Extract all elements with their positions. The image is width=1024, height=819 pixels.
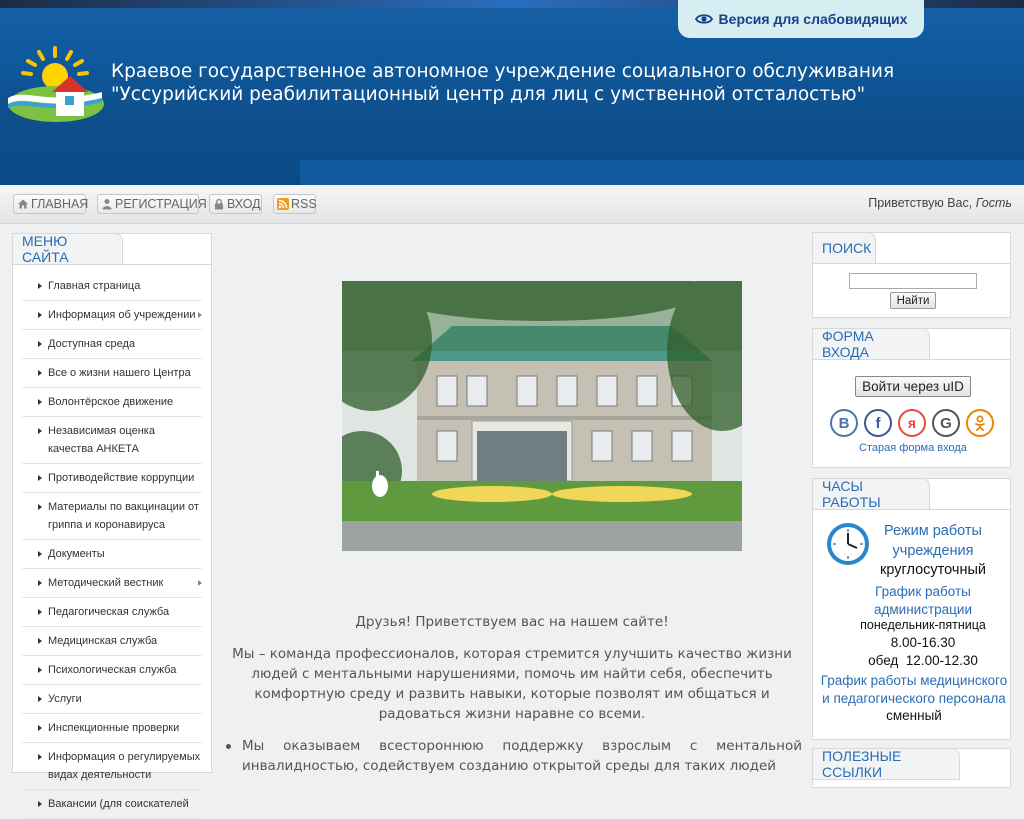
lock-icon bbox=[213, 198, 225, 210]
eye-icon bbox=[694, 14, 713, 24]
intro-paragraph: Мы – команда профессионалов, которая стр… bbox=[232, 646, 792, 722]
search-input[interactable] bbox=[849, 273, 977, 289]
menu-item-services[interactable]: Услуги bbox=[22, 685, 202, 714]
menu-item-vaccination[interactable]: Материалы по вакцинации от гриппа и коро… bbox=[22, 493, 202, 540]
menu-item-label: Независимая оценка качества АНКЕТА bbox=[48, 425, 155, 455]
nav-rss-button[interactable]: RSS bbox=[273, 194, 317, 214]
odnoklassniki-icon[interactable] bbox=[966, 409, 994, 437]
old-login-form-link[interactable]: Старая форма входа bbox=[813, 442, 1013, 454]
greeting-user: Гость bbox=[975, 196, 1012, 210]
header-wave bbox=[300, 160, 1024, 185]
nav-home-button[interactable]: ГЛАВНАЯ bbox=[13, 194, 89, 214]
site-title-line2: "Уссурийский реабилитационный центр для … bbox=[111, 84, 866, 105]
nav-register-button[interactable]: РЕГИСТРАЦИЯ bbox=[97, 194, 207, 214]
hours-admin-lunch: обед 12.00-12.30 bbox=[868, 653, 978, 668]
menu-item-volunteers[interactable]: Волонтёрское движение bbox=[22, 388, 202, 417]
login-form-panel: ФОРМА ВХОДА Войти через uID B f я G Стар… bbox=[812, 328, 1011, 468]
menu-item-documents[interactable]: Документы bbox=[22, 540, 202, 569]
menu-item-pedagogical-service[interactable]: Педагогическая служба bbox=[22, 598, 202, 627]
site-title-line1: Краевое государственное автономное учреж… bbox=[111, 61, 895, 82]
useful-links-title: ПОЛЕЗНЫЕ ССЫЛКИ bbox=[812, 748, 960, 780]
search-title: ПОИСК bbox=[812, 232, 876, 264]
hours-staff-title: График работы медицинского и педагогичес… bbox=[820, 673, 1008, 706]
main-content: Друзья! Приветствуем вас на нашем сайте!… bbox=[212, 232, 812, 774]
bullet-paragraph: Мы оказываем всестороннюю поддержку взро… bbox=[226, 738, 802, 774]
menu-item-psychological-service[interactable]: Психологическая служба bbox=[22, 656, 202, 685]
hours-mode-value: круглосуточный bbox=[880, 562, 986, 578]
menu-item-label: Волонтёрское движение bbox=[48, 396, 174, 408]
accessibility-version-button[interactable]: Версия для слабовидящих bbox=[678, 0, 924, 38]
hours-admin-days: понедельник-пятница bbox=[860, 618, 986, 632]
nav-register-label: РЕГИСТРАЦИЯ bbox=[115, 197, 207, 211]
menu-item-label: Вакансии (для соискателей bbox=[48, 798, 189, 810]
user-icon bbox=[101, 198, 113, 210]
menu-item-label: Методический вестник bbox=[48, 577, 164, 589]
greeting: Приветствую Вас, Гость bbox=[868, 196, 1012, 210]
building-photo bbox=[342, 281, 742, 551]
facebook-icon[interactable]: f bbox=[864, 409, 892, 437]
site-menu-list: Главная страница Информация об учреждени… bbox=[22, 272, 202, 819]
menu-item-about[interactable]: Информация об учреждении bbox=[22, 301, 202, 330]
uid-login-button[interactable]: Войти через uID bbox=[855, 376, 971, 397]
menu-item-medical-service[interactable]: Медицинская служба bbox=[22, 627, 202, 656]
menu-item-label: Все о жизни нашего Центра bbox=[48, 367, 191, 379]
login-form-title: ФОРМА ВХОДА bbox=[812, 328, 930, 360]
site-menu-title: МЕНЮ САЙТА bbox=[12, 233, 123, 265]
hours-title: ЧАСЫ РАБОТЫ bbox=[812, 478, 930, 510]
menu-item-label: Медицинская служба bbox=[48, 635, 158, 647]
menu-item-label: Противодействие коррупции bbox=[48, 472, 195, 484]
yandex-icon[interactable]: я bbox=[898, 409, 926, 437]
menu-item-home[interactable]: Главная страница bbox=[22, 272, 202, 301]
search-panel: ПОИСК Найти bbox=[812, 232, 1011, 318]
hours-admin-time: 8.00-16.30 bbox=[890, 635, 956, 650]
menu-item-quality-survey[interactable]: Независимая оценка качества АНКЕТА bbox=[22, 417, 202, 464]
vk-icon[interactable]: B bbox=[830, 409, 858, 437]
menu-item-label: Психологическая служба bbox=[48, 664, 177, 676]
nav-login-label: ВХОД bbox=[227, 197, 261, 211]
menu-item-label: Инспекционные проверки bbox=[48, 722, 180, 734]
menu-item-methodical-bulletin[interactable]: Методический вестник bbox=[22, 569, 202, 598]
accessibility-version-label: Версия для слабовидящих bbox=[718, 11, 908, 27]
menu-item-label: Информация об учреждении bbox=[48, 309, 196, 321]
menu-item-label: Доступная среда bbox=[48, 338, 136, 350]
hours-mode-title: Режим работы учреждения bbox=[884, 523, 982, 559]
menu-item-anti-corruption[interactable]: Противодействие коррупции bbox=[22, 464, 202, 493]
menu-item-vacancies[interactable]: Вакансии (для соискателей bbox=[22, 790, 202, 819]
hours-admin-title: График работы администрации bbox=[874, 584, 972, 617]
menu-item-label: Главная страница bbox=[48, 280, 141, 292]
logo-image bbox=[8, 46, 104, 122]
useful-links-panel: ПОЛЕЗНЫЕ ССЫЛКИ bbox=[812, 748, 1011, 788]
menu-item-label: Материалы по вакцинации от гриппа и коро… bbox=[48, 501, 199, 531]
greeting-prefix: Приветствую Вас, bbox=[868, 196, 973, 210]
rss-icon bbox=[277, 198, 289, 210]
nav-rss-label: RSS bbox=[291, 197, 317, 211]
site-title: Краевое государственное автономное учреж… bbox=[111, 60, 894, 106]
menu-item-accessible-environment[interactable]: Доступная среда bbox=[22, 330, 202, 359]
google-icon[interactable]: G bbox=[932, 409, 960, 437]
menu-item-label: Услуги bbox=[48, 693, 82, 705]
nav-login-button[interactable]: ВХОД bbox=[209, 194, 262, 214]
menu-item-label: Педагогическая служба bbox=[48, 606, 170, 618]
menu-item-center-life[interactable]: Все о жизни нашего Центра bbox=[22, 359, 202, 388]
menu-item-regulated-activities[interactable]: Информация о регулируемых видах деятельн… bbox=[22, 743, 202, 790]
welcome-heading: Друзья! Приветствуем вас на нашем сайте! bbox=[355, 614, 669, 630]
hours-staff-value: сменный bbox=[886, 708, 942, 723]
menu-item-label: Документы bbox=[48, 548, 105, 560]
home-icon bbox=[17, 198, 29, 210]
menu-item-label: Информация о регулируемых видах деятельн… bbox=[48, 751, 201, 781]
menu-item-inspections[interactable]: Инспекционные проверки bbox=[22, 714, 202, 743]
top-navbar: ГЛАВНАЯ РЕГИСТРАЦИЯ ВХОД RSS Приветствую… bbox=[0, 185, 1024, 224]
search-button[interactable]: Найти bbox=[890, 292, 936, 309]
site-logo[interactable] bbox=[6, 46, 104, 122]
hours-panel: ЧАСЫ РАБОТЫ Режим работы учреждения круг… bbox=[812, 478, 1011, 740]
clock-icon bbox=[825, 521, 871, 567]
nav-home-label: ГЛАВНАЯ bbox=[31, 197, 89, 211]
